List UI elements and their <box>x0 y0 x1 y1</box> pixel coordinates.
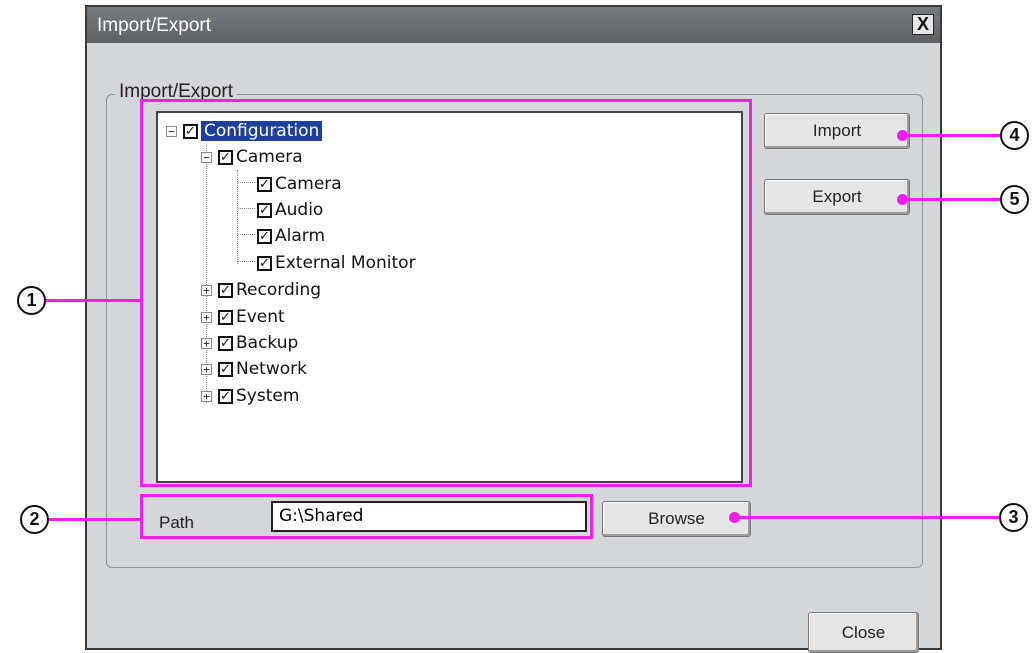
callout-line-1 <box>45 299 141 302</box>
highlight-tree <box>140 99 752 487</box>
callout-2: 2 <box>20 505 49 534</box>
title-bar[interactable]: Import/Export X <box>87 7 940 43</box>
callout-dot-3 <box>729 512 740 523</box>
import-button[interactable]: Import <box>764 113 910 149</box>
callout-line-5 <box>903 198 1001 201</box>
callout-line-4 <box>903 134 1001 137</box>
callout-dot-4 <box>897 130 908 141</box>
export-button[interactable]: Export <box>764 179 910 215</box>
callout-3: 3 <box>999 503 1028 532</box>
callout-5: 5 <box>1000 185 1029 214</box>
callout-line-3 <box>735 516 1000 519</box>
close-button[interactable]: Close <box>808 612 919 653</box>
callout-1: 1 <box>17 286 46 315</box>
highlight-path <box>140 494 593 539</box>
window-title: Import/Export <box>97 15 212 36</box>
callout-4: 4 <box>1000 121 1029 150</box>
callout-dot-5 <box>897 194 908 205</box>
callout-line-2 <box>48 518 141 521</box>
close-window-button[interactable]: X <box>912 14 934 35</box>
